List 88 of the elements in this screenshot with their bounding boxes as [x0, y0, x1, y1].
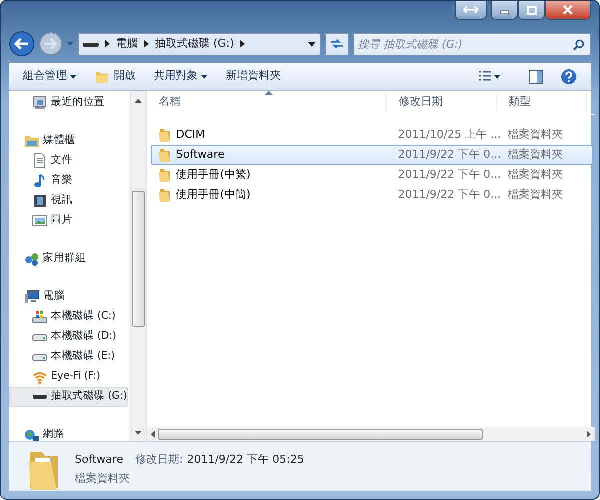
nav-item[interactable]: 文件 [9, 151, 128, 171]
folder-icon [158, 167, 172, 183]
close-button[interactable] [545, 1, 591, 20]
horizontal-scrollbar[interactable] [147, 427, 596, 441]
toolbar-button[interactable]: 新增資料夾 [220, 66, 287, 87]
column-header[interactable]: 類型 [497, 94, 588, 111]
caret-icon [67, 42, 74, 46]
date-modified: 2011/10/25 上午 ... [397, 126, 502, 143]
caret-icon [494, 74, 501, 78]
picture-icon [32, 213, 48, 229]
caret-icon [201, 74, 208, 78]
maximize-icon [526, 6, 536, 14]
chevron-icon [144, 40, 149, 48]
address-bar[interactable]: 電腦 抽取式磁碟 (G:) [78, 32, 321, 56]
removable-drive-icon [32, 394, 48, 400]
nav-item[interactable]: 網路 [9, 425, 128, 445]
open-button[interactable]: 開啟 [89, 66, 142, 87]
nav-item[interactable]: 電腦 [9, 287, 128, 307]
nav-item[interactable]: 家用群組 [9, 249, 128, 269]
film-icon [32, 193, 48, 209]
file-type: 檔案資料夾 [507, 146, 564, 163]
date-modified: 2011/9/22 下午 0... [397, 186, 502, 203]
caret-icon [70, 74, 77, 78]
file-name: Software [176, 146, 225, 163]
folder-icon [27, 450, 61, 490]
nav-item[interactable]: 媒體櫃 [9, 131, 128, 151]
dropdown-caret-icon [308, 42, 316, 46]
snap-button[interactable] [455, 1, 487, 20]
item-type: 檔案資料夾 [75, 470, 131, 486]
scroll-up-arrow-icon [135, 99, 142, 103]
vertical-scrollbar[interactable] [130, 91, 146, 441]
nav-item[interactable]: 圖片 [9, 211, 128, 231]
column-header[interactable]: 修改日期 [387, 94, 498, 111]
nav-item[interactable]: 視訊 [9, 191, 128, 211]
date-modified: 2011/9/22 下午 0... [397, 146, 502, 163]
nav-item[interactable]: 本機磁碟 (E:) [9, 347, 128, 367]
removable-drive-icon [83, 40, 99, 48]
scroll-right-arrow-icon [587, 430, 592, 438]
refresh-button[interactable] [325, 32, 349, 56]
breadcrumb-item[interactable]: 抽取式磁碟 (G:) [155, 36, 234, 52]
scroll-left-arrow-icon [151, 430, 156, 438]
computer-icon [24, 289, 40, 305]
nav-item[interactable]: 音樂 [9, 171, 128, 191]
library-folder-icon [24, 133, 40, 149]
file-row[interactable]: 使用手冊(中簡) 2011/9/22 下午 0... 檔案資料夾 [151, 185, 594, 205]
selected-item-name: Software [75, 452, 124, 468]
file-row[interactable]: 使用手冊(中繁) 2011/9/22 下午 0... 檔案資料夾 [151, 165, 594, 185]
list-view-icon [479, 70, 491, 82]
document-icon [32, 153, 48, 169]
chevron-icon [240, 40, 246, 48]
folder-icon [158, 127, 172, 143]
search-field[interactable]: 搜尋 抽取式磁碟 (G:) [353, 32, 591, 56]
breadcrumb-item[interactable]: 電腦 [116, 36, 138, 52]
date-label: 修改日期: [136, 452, 184, 468]
minimize-button[interactable] [491, 1, 518, 20]
nav-item[interactable]: 本機磁碟 (D:) [9, 327, 128, 347]
file-type: 檔案資料夾 [507, 166, 564, 183]
menu-button[interactable]: 共用對象 [148, 66, 214, 87]
chevron-icon [105, 40, 110, 48]
scroll-down-arrow-icon [135, 431, 142, 435]
back-button[interactable] [9, 31, 35, 57]
date-value: 2011/9/22 下午 05:25 [187, 452, 304, 468]
search-icon [573, 38, 585, 50]
nav-item[interactable]: 本機磁碟 (C:) [9, 307, 128, 327]
recent-places-icon [32, 95, 48, 111]
help-icon [561, 68, 577, 84]
file-name: 使用手冊(中簡) [176, 186, 251, 203]
file-row[interactable]: Software 2011/9/22 下午 0... 檔案資料夾 [151, 145, 594, 165]
pane-icon [529, 70, 543, 84]
folder-icon [158, 187, 172, 203]
file-name: DCIM [176, 126, 206, 143]
system-drive-icon [32, 309, 48, 325]
maximize-button[interactable] [518, 1, 545, 20]
nav-item[interactable]: Eye-Fi (F:) [9, 367, 128, 387]
network-icon [24, 427, 40, 443]
refresh-arrows-icon [330, 38, 344, 50]
nav-item[interactable]: 抽取式磁碟 (G:) [9, 387, 128, 407]
file-type: 檔案資料夾 [507, 126, 564, 143]
nav-item[interactable]: 最近的位置 [9, 93, 128, 113]
close-icon [563, 5, 573, 15]
file-type: 檔案資料夾 [507, 186, 564, 203]
resize-arrows-icon [463, 5, 479, 15]
file-name: 使用手冊(中繁) [176, 166, 251, 183]
homegroup-icon [24, 251, 40, 267]
file-row[interactable]: DCIM 2011/10/25 上午 ... 檔案資料夾 [151, 125, 594, 145]
folder-icon [158, 147, 172, 163]
menu-button[interactable]: 組合管理 [17, 66, 83, 87]
date-modified: 2011/9/22 下午 0... [397, 166, 502, 183]
